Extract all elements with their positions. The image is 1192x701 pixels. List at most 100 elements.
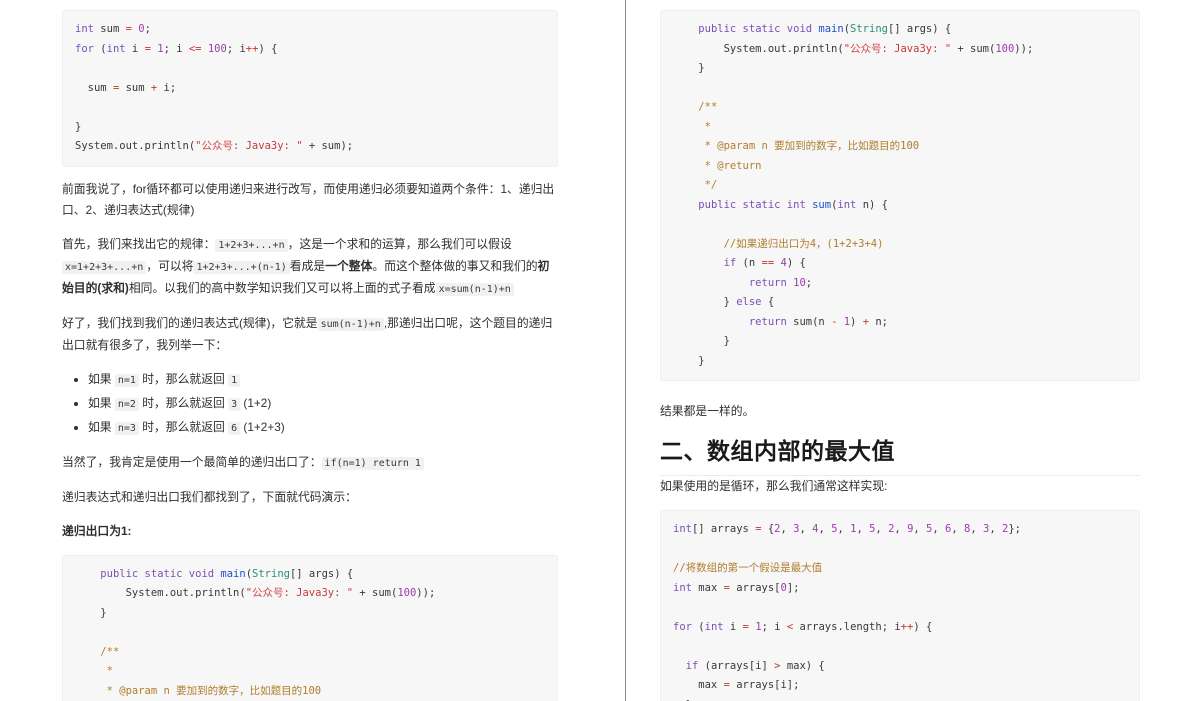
code-token: (arrays[i] (705, 660, 775, 672)
code-token: ) (850, 316, 863, 328)
code-token: public static void (698, 23, 818, 35)
text-run: 如果 (88, 396, 115, 410)
code-token: 100 (995, 43, 1014, 55)
text-run: ，这是一个求和的运算，那么我们可以假设 (288, 237, 512, 251)
code-token: 公众号 (850, 43, 882, 55)
code-token: return (749, 316, 793, 328)
code-token: ]; (787, 582, 800, 594)
code-token: , (781, 523, 794, 535)
inline-code: 1+2+3+...+n (215, 239, 287, 252)
text-run: 如果 (88, 372, 115, 386)
code-token: , (875, 523, 888, 535)
inline-code: n=3 (115, 422, 139, 435)
inline-code: n=1 (115, 374, 139, 387)
code-token: i (730, 621, 743, 633)
code-token: ; (145, 23, 151, 35)
code-content: public static void main(String[] args) {… (75, 565, 545, 701)
code-token: sum (372, 587, 391, 599)
code-token: arrays.length; i (793, 621, 900, 633)
text-run: 时，那么就返回 (139, 372, 228, 386)
code-token: ) { (787, 257, 806, 269)
exit-condition-list: 如果 n=1 时，那么就返回 1如果 n=2 时，那么就返回 3 (1+2)如果… (62, 369, 558, 439)
code-token: int (75, 23, 100, 35)
code-token: 100 (397, 587, 416, 599)
code-token: } (673, 355, 705, 367)
code-token: ++ (901, 621, 914, 633)
code-block-recursive-sum-exit-1: public static void main(String[] args) {… (62, 555, 558, 701)
code-token: ; i (164, 43, 189, 55)
code-token: arrays[ (730, 582, 781, 594)
list-item: 如果 n=2 时，那么就返回 3 (1+2) (88, 393, 558, 415)
code-token: , (837, 523, 850, 535)
code-token: /** (698, 101, 717, 113)
code-token: arrays[i]; (730, 679, 800, 691)
text-run: 时，那么就返回 (139, 396, 228, 410)
code-token (75, 568, 100, 580)
code-token (673, 121, 705, 133)
text-run: 首先，我们来找出它的规律： (62, 237, 215, 251)
code-token: , (932, 523, 945, 535)
code-token: (n (743, 257, 762, 269)
code-token: sum (119, 82, 151, 94)
code-block-array-max-loop: int[] arrays = {2, 3, 4, 5, 1, 5, 2, 9, … (660, 510, 1140, 701)
code-token: : Java3y: (882, 43, 945, 55)
code-token: main (220, 568, 245, 580)
paragraph-recursion-conditions: 前面我说了，for循环都可以使用递归来进行改写，而使用递归必须要知道两个条件：1… (62, 179, 558, 221)
code-content: public static void main(String[] args) {… (673, 20, 1127, 371)
code-token: { (768, 296, 774, 308)
code-token: for (673, 621, 698, 633)
code-token: sum (812, 199, 831, 211)
paragraph-code-demo-intro: 递归表达式和递归出口我们都找到了，下面就代码演示： (62, 487, 558, 508)
code-token: //将数组的第一个假设是最大值 (673, 562, 822, 574)
code-token: == (762, 257, 775, 269)
code-token: : Java3y: (233, 140, 296, 152)
code-token: ; (806, 277, 812, 289)
code-token: } (673, 335, 730, 347)
code-token (673, 257, 724, 269)
code-token: * (107, 665, 113, 677)
text-run: 如果 (88, 420, 115, 434)
code-token: max) { (781, 660, 825, 672)
code-token: sum (75, 82, 113, 94)
paragraph-simplest-exit: 当然了，我肯定是使用一个最简单的递归出口了：if(n=1) return 1 (62, 452, 558, 474)
text-run: 当然了，我肯定是使用一个最简单的递归出口了： (62, 455, 322, 469)
code-token: ++ (246, 43, 259, 55)
code-token: )); (416, 587, 435, 599)
code-token: max (698, 582, 723, 594)
code-token: <= (189, 43, 202, 55)
code-token: } (75, 607, 107, 619)
left-column: int sum = 0; for (int i = 1; i <= 100; i… (0, 0, 596, 701)
code-token: else (736, 296, 768, 308)
code-token (673, 101, 698, 113)
inline-code: 3 (228, 398, 240, 411)
code-token: * (705, 121, 711, 133)
inline-code: n=2 (115, 398, 139, 411)
code-token: [] arrays (692, 523, 755, 535)
code-token: if (724, 257, 743, 269)
inline-code: if(n=1) return 1 (322, 457, 424, 470)
code-token (673, 316, 749, 328)
code-token (673, 199, 698, 211)
code-token: System.out.println( (75, 587, 246, 599)
code-token: * @param n 要加到的数字，比如题目的100 (107, 685, 322, 697)
document-page: int sum = 0; for (int i = 1; i <= 100; i… (0, 0, 1192, 701)
code-token: , (894, 523, 907, 535)
section-heading-array-max: 二、数组内部的最大值 (660, 436, 1140, 476)
code-token: + sum); (303, 140, 354, 152)
text-run: 相同。以我们的高中数学知识我们又可以将上面的式子看成 (129, 281, 436, 295)
paragraph-same-result: 结果都是一样的。 (660, 401, 1140, 422)
code-token: ) { (258, 43, 277, 55)
code-token: int (705, 621, 730, 633)
text-run: (1+2) (240, 396, 271, 410)
text-run: 看成是 (290, 259, 325, 273)
code-token: }; (1008, 523, 1021, 535)
code-token: , (856, 523, 869, 535)
code-token: public static int (698, 199, 812, 211)
code-token: * @param n 要加到的数字，比如题目的100 (705, 140, 920, 152)
right-column: public static void main(String[] args) {… (596, 0, 1192, 701)
paragraph-loop-implementation: 如果使用的是循环，那么我们通常这样实现: (660, 476, 1140, 497)
emphasis-text: 一个整体 (325, 259, 372, 273)
code-token: )); (1014, 43, 1033, 55)
code-token (673, 238, 724, 250)
code-token: int (107, 43, 132, 55)
